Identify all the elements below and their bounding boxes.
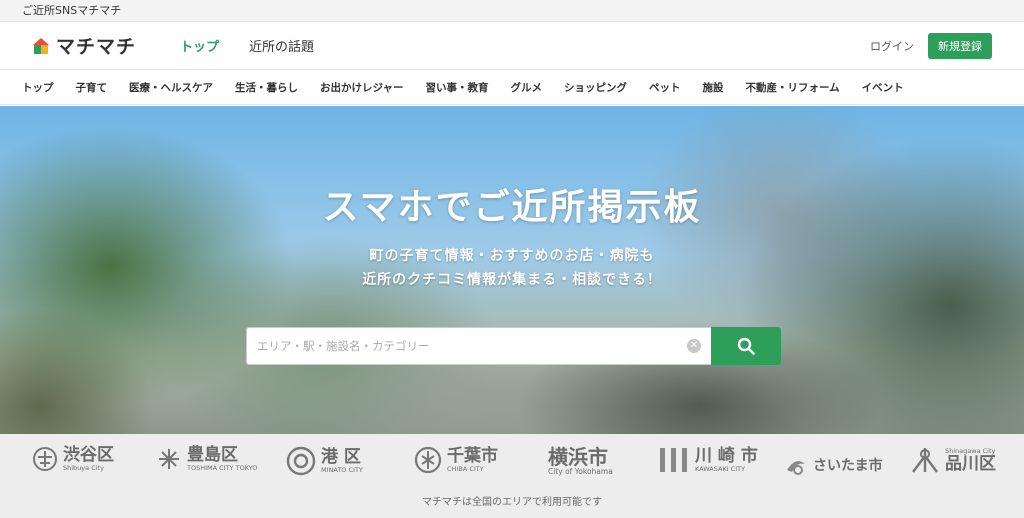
top-strip-text: ご近所SNSマチマチ [22, 4, 122, 17]
search-icon [737, 337, 755, 355]
city-logo-toshima[interactable]: 豊島区 TOSHIMA CITY TOKYO [156, 446, 257, 472]
search-bar: ✕ [246, 327, 781, 365]
city-logo-chiba[interactable]: 千葉市 CHIBA CITY [414, 446, 498, 474]
city-name: 品川区 [945, 454, 996, 474]
shinagawa-emblem-icon [912, 448, 938, 473]
logo-text: マチマチ [56, 36, 137, 58]
category-item[interactable]: 医療・ヘルスケア [129, 80, 213, 95]
city-sub: Shibuya City [63, 464, 104, 472]
hero: スマホでご近所掲示板 町の子育て情報・おすすめのお店・病院も 近所のクチコミ情報… [0, 106, 1024, 434]
city-sub: City of Yokohama [548, 467, 613, 476]
city-logo-saitama[interactable]: さいたま市 [784, 454, 883, 478]
city-sub: KAWASAKI CITY [695, 465, 746, 473]
city-name: 横浜市 [548, 445, 608, 469]
login-link[interactable]: ログイン [870, 38, 914, 54]
hero-title: スマホでご近所掲示板 [322, 187, 702, 228]
search-button[interactable] [711, 327, 781, 365]
toshima-emblem-icon [159, 449, 179, 469]
header: マチマチ トップ 近所の話題 ログイン 新規登録 [0, 22, 1024, 70]
city-logo-yokohama[interactable]: 横浜市 City of Yokohama [548, 446, 613, 476]
city-name: 川 崎 市 [695, 446, 758, 466]
city-sub: CHIBA CITY [447, 465, 484, 473]
category-item[interactable]: グルメ [510, 80, 542, 95]
city-sub: MINATO CITY [321, 466, 363, 474]
house-logo-icon [33, 37, 49, 54]
category-item[interactable]: ショッピング [564, 80, 627, 95]
nav-top[interactable]: トップ [180, 36, 219, 55]
nav-topics[interactable]: 近所の話題 [249, 36, 314, 55]
search-input[interactable] [257, 339, 687, 353]
search-box: ✕ [246, 327, 711, 365]
city-name: 港 区 [321, 447, 361, 467]
category-item[interactable]: 生活・暮らし [235, 80, 298, 95]
city-logo-minato[interactable]: 港 区 MINATO CITY [286, 446, 363, 476]
cities-band: 渋谷区 Shibuya City 豊島区 TOSHIMA CITY TOKYO … [0, 434, 1024, 518]
clear-icon[interactable]: ✕ [687, 339, 701, 353]
category-item[interactable]: 施設 [702, 80, 723, 95]
hero-subtitle: 町の子育て情報・おすすめのお店・病院も 近所のクチコミ情報が集まる・相談できる！ [0, 244, 1024, 292]
city-name: 千葉市 [447, 446, 498, 466]
city-name: さいたま市 [813, 458, 883, 474]
header-actions: ログイン 新規登録 [870, 32, 992, 59]
kawasaki-emblem-icon [660, 448, 687, 472]
category-item[interactable]: 不動産・リフォーム [745, 80, 839, 95]
category-item[interactable]: トップ [22, 80, 54, 95]
minato-emblem-icon [286, 446, 316, 476]
category-item[interactable]: イベント [862, 80, 904, 95]
logo[interactable]: マチマチ [32, 32, 172, 59]
hero-subtitle-line2: 近所のクチコミ情報が集まる・相談できる！ [362, 272, 662, 288]
cities-note: マチマチは全国のエリアで利用可能です [422, 497, 602, 508]
city-sub: TOSHIMA CITY TOKYO [187, 464, 258, 472]
city-logo-shinagawa[interactable]: Shinagawa City 品川区 [910, 446, 996, 474]
city-name: 渋谷区 [63, 445, 114, 465]
category-item[interactable]: 子育て [76, 80, 108, 95]
category-item[interactable]: 習い事・教育 [425, 80, 488, 95]
shibuya-emblem-icon [33, 447, 57, 471]
city-logo-kawasaki[interactable]: 川 崎 市 KAWASAKI CITY [658, 446, 758, 474]
category-item[interactable]: ペット [649, 80, 681, 95]
chiba-emblem-icon [414, 446, 442, 474]
header-nav: トップ 近所の話題 [180, 36, 314, 55]
city-logo-shibuya[interactable]: 渋谷区 Shibuya City [32, 446, 114, 472]
category-item[interactable]: お出かけレジャー [320, 80, 403, 95]
top-strip: ご近所SNSマチマチ [0, 0, 1024, 22]
category-nav: トップ 子育て 医療・ヘルスケア 生活・暮らし お出かけレジャー 習い事・教育 … [0, 70, 1024, 105]
saitama-emblem-icon [787, 461, 805, 475]
signup-button[interactable]: 新規登録 [928, 32, 992, 59]
hero-subtitle-line1: 町の子育て情報・おすすめのお店・病院も [369, 248, 655, 264]
city-name: 豊島区 [187, 445, 238, 465]
